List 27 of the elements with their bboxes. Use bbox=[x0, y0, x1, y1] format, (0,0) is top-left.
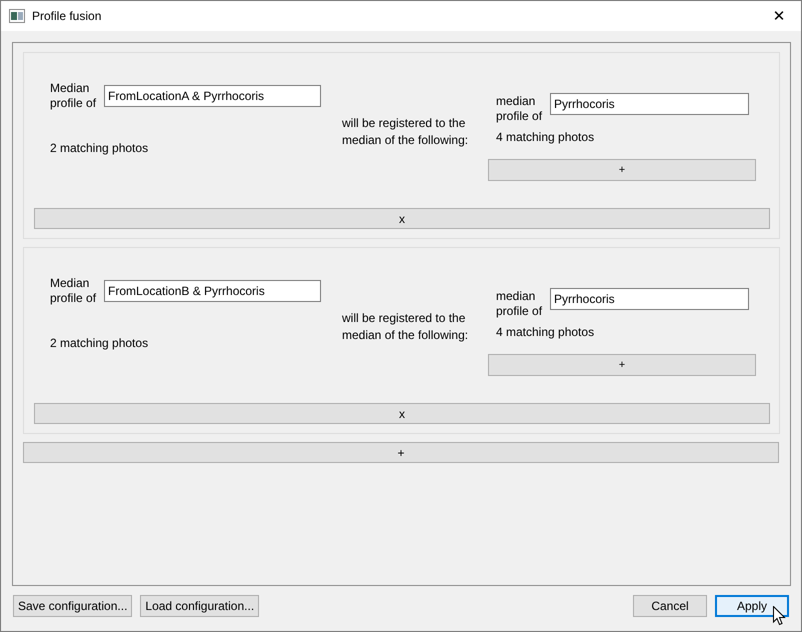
mouse-cursor-icon bbox=[773, 606, 786, 626]
add-target-button[interactable]: + bbox=[488, 354, 756, 376]
registration-text: will be registered to the median of the following: bbox=[342, 310, 470, 344]
target-label: median profile of bbox=[496, 94, 544, 124]
add-target-button[interactable]: + bbox=[488, 159, 756, 181]
footer-button[interactable]: Load configuration... bbox=[140, 595, 260, 617]
target-input[interactable]: Pyrrhocoris bbox=[550, 93, 749, 115]
target-count: 4 matching photos bbox=[496, 325, 596, 339]
source-input[interactable]: FromLocationA & Pyrrhocoris bbox=[104, 85, 321, 107]
target-label: median profile of bbox=[496, 289, 544, 319]
footer-button[interactable]: Save configuration... bbox=[13, 595, 132, 617]
source-label: Median profile of bbox=[50, 276, 98, 306]
registration-text: will be registered to the median of the following: bbox=[342, 115, 470, 149]
source-count: 2 matching photos bbox=[50, 336, 150, 350]
target-count: 4 matching photos bbox=[496, 130, 596, 144]
close-button[interactable]: ✕ bbox=[757, 1, 801, 31]
source-count: 2 matching photos bbox=[50, 141, 150, 155]
remove-group-button[interactable]: x bbox=[34, 208, 770, 229]
add-group-button[interactable]: + bbox=[23, 442, 779, 463]
remove-group-button[interactable]: x bbox=[34, 403, 770, 424]
footer-button[interactable]: Apply bbox=[715, 595, 789, 617]
window-icon bbox=[9, 9, 25, 23]
target-input[interactable]: Pyrrhocoris bbox=[550, 288, 749, 310]
source-input[interactable]: FromLocationB & Pyrrhocoris bbox=[104, 280, 321, 302]
source-label: Median profile of bbox=[50, 81, 98, 111]
window-title: Profile fusion bbox=[32, 9, 102, 23]
footer-button[interactable]: Cancel bbox=[633, 595, 707, 617]
